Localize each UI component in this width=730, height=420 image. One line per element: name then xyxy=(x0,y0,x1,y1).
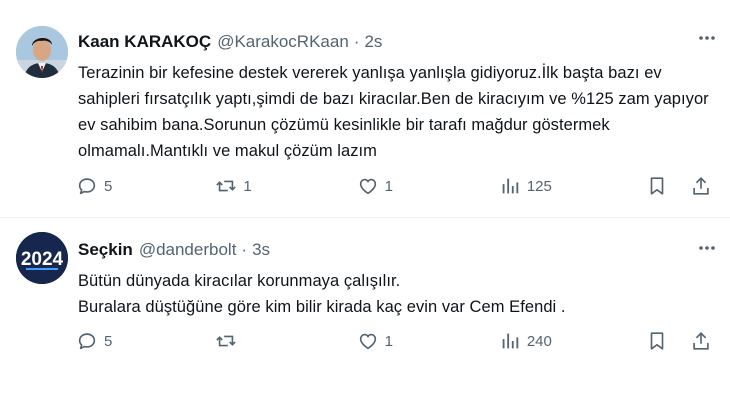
tweet[interactable]: Kaan KARAKOÇ @KarakocRKaan · 2s Terazini… xyxy=(0,0,730,217)
like-icon xyxy=(359,178,376,195)
display-name[interactable]: Kaan KARAKOÇ xyxy=(78,32,211,52)
views-button[interactable]: 125 xyxy=(499,175,646,197)
like-count: 1 xyxy=(384,177,393,195)
display-name[interactable]: Seçkin xyxy=(78,240,133,260)
more-icon[interactable] xyxy=(692,240,722,256)
bookmark-icon xyxy=(650,177,664,195)
separator-dot: · xyxy=(353,32,360,51)
like-icon xyxy=(359,333,376,350)
tweet-body: Seçkin @danderbolt · 3s Bütün dünyada ki… xyxy=(78,240,714,320)
timestamp[interactable]: 2s xyxy=(364,32,382,52)
retweet-button[interactable] xyxy=(215,330,356,352)
share-icon xyxy=(693,177,709,195)
like-button[interactable]: 1 xyxy=(357,175,499,197)
view-count: 125 xyxy=(526,177,552,195)
reply-icon xyxy=(78,333,96,350)
views-button[interactable]: 240 xyxy=(499,330,646,352)
views-icon xyxy=(502,178,519,194)
like-button[interactable]: 1 xyxy=(357,330,499,352)
tweet-text: Bütün dünyada kiracılar korunmaya çalışı… xyxy=(78,272,566,316)
reply-button[interactable]: 5 xyxy=(76,330,215,352)
bookmark-icon xyxy=(650,332,664,350)
share-icon xyxy=(693,332,709,350)
tweet-header: Kaan KARAKOÇ @KarakocRKaan · 2s xyxy=(78,32,714,52)
retweet-button[interactable]: 1 xyxy=(215,175,356,197)
reply-count: 5 xyxy=(104,177,113,195)
share-button[interactable] xyxy=(690,175,712,197)
action-bar: 5 1 240 xyxy=(76,330,712,352)
separator-dot: · xyxy=(241,240,248,259)
tweet[interactable]: 2024 Seçkin @danderbolt · 3s Bütün dünya… xyxy=(0,217,730,420)
tweet-body: Kaan KARAKOÇ @KarakocRKaan · 2s Terazini… xyxy=(78,32,714,164)
bookmark-button[interactable] xyxy=(646,330,668,352)
views-icon xyxy=(502,333,519,349)
retweet-icon xyxy=(216,180,237,192)
reply-count: 5 xyxy=(104,332,113,350)
like-count: 1 xyxy=(384,332,393,350)
retweet-icon xyxy=(216,335,237,347)
share-button[interactable] xyxy=(690,330,712,352)
user-handle[interactable]: @danderbolt xyxy=(139,240,237,260)
action-bar: 5 1 1 125 xyxy=(76,175,712,197)
user-handle[interactable]: @KarakocRKaan xyxy=(217,32,349,52)
avatar-logo-text: 2024 xyxy=(21,249,64,270)
retweet-count: 1 xyxy=(243,177,252,195)
tweet-text: Terazinin bir kefesine destek vererek ya… xyxy=(78,64,714,160)
tweet-header: Seçkin @danderbolt · 3s xyxy=(78,240,714,260)
avatar[interactable] xyxy=(16,26,68,78)
more-icon[interactable] xyxy=(692,30,722,46)
view-count: 240 xyxy=(526,332,552,350)
timeline: Kaan KARAKOÇ @KarakocRKaan · 2s Terazini… xyxy=(0,0,730,420)
bookmark-button[interactable] xyxy=(646,175,668,197)
timestamp[interactable]: 3s xyxy=(252,240,270,260)
reply-button[interactable]: 5 xyxy=(76,175,215,197)
reply-icon xyxy=(78,178,96,195)
avatar[interactable]: 2024 xyxy=(16,232,68,284)
